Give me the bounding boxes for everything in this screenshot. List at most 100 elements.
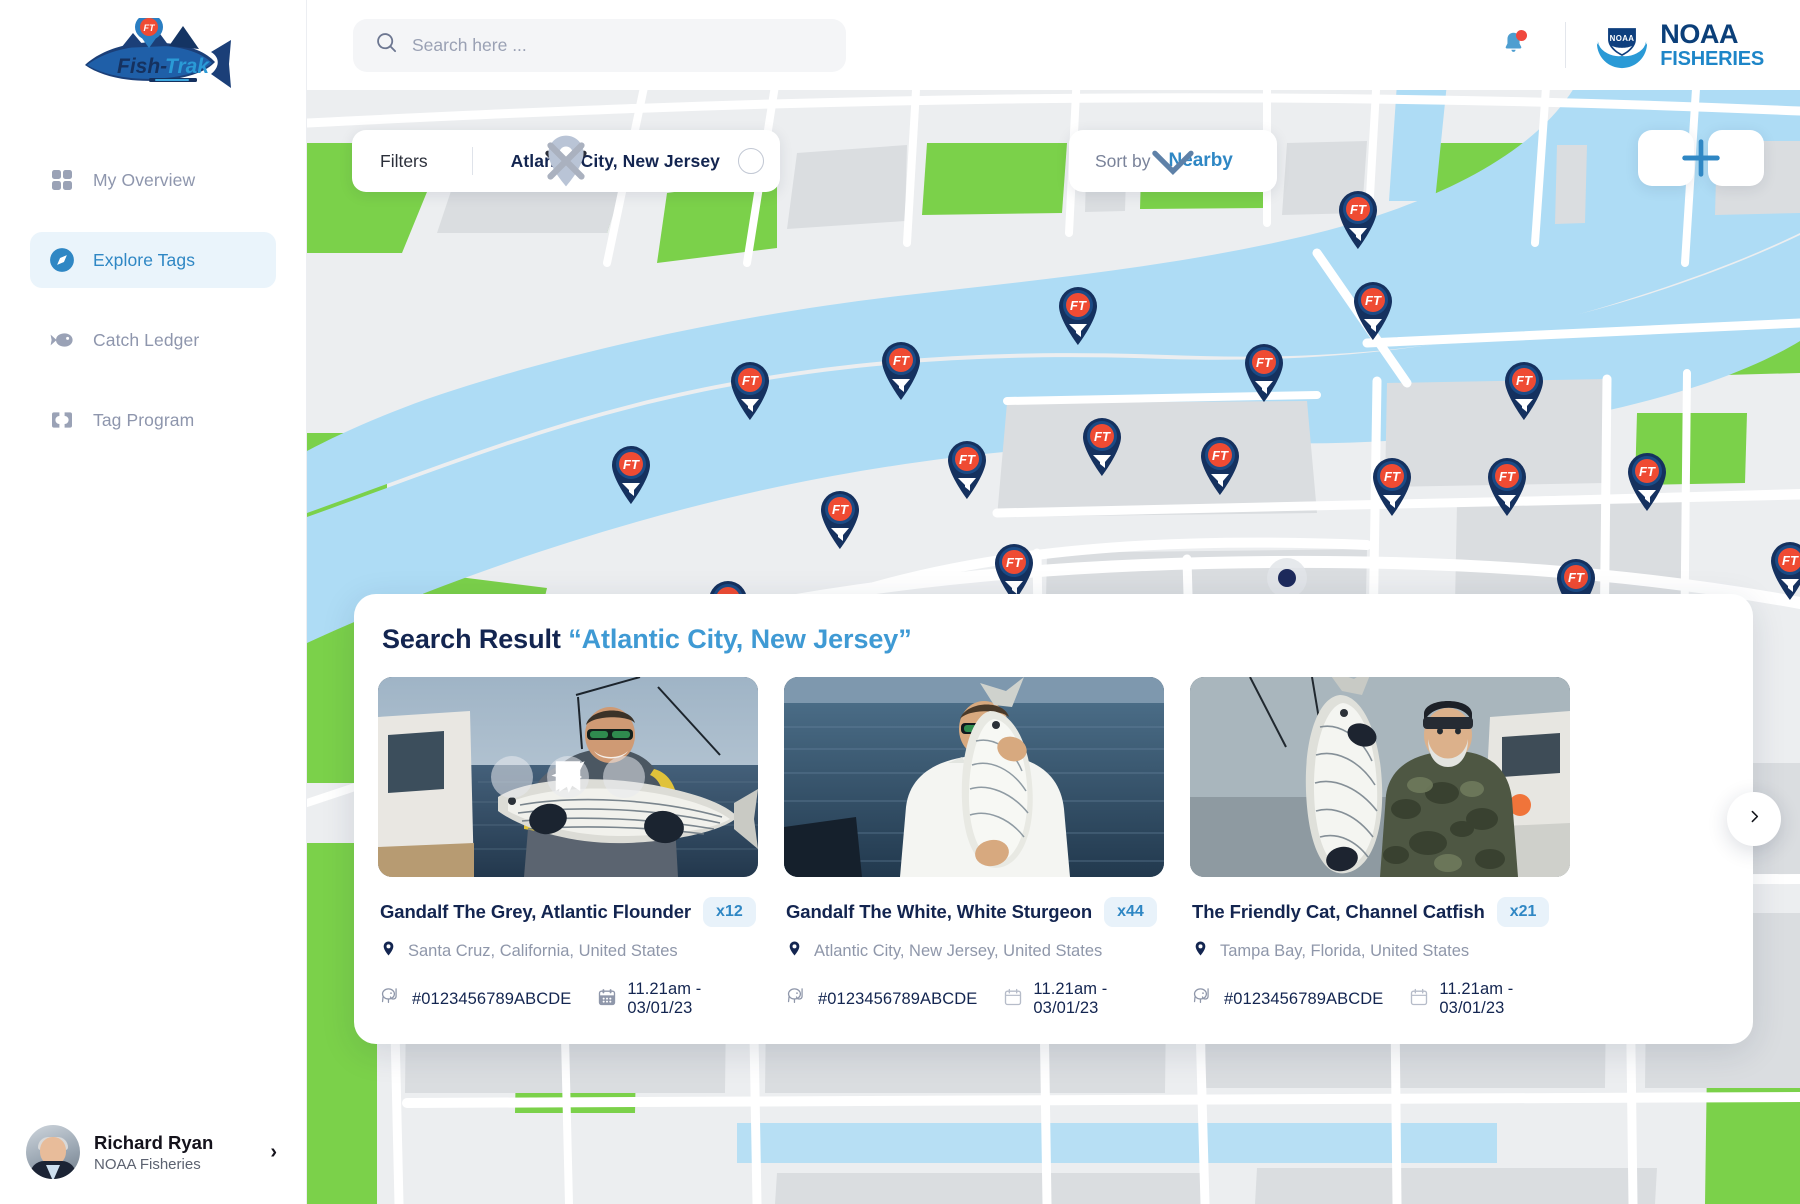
map-pin[interactable]: FT [1501,359,1547,421]
app-root: FT Fish- Trak My Overview Explore Tags C… [0,0,1800,1204]
card-location-text: Atlantic City, New Jersey, United States [814,941,1103,960]
card-title: The Friendly Cat, Channel Catfish [1192,901,1485,922]
svg-text:FT: FT [1006,555,1023,570]
notifications-button[interactable] [1491,23,1535,67]
noaa-seal-icon: NOAA [1596,17,1648,74]
svg-text:FT: FT [623,457,640,472]
map-pin[interactable]: FT [608,443,654,505]
card-photo[interactable] [378,677,758,877]
map-pin[interactable]: FT [817,488,863,550]
results-card-list: Gandalf The Grey, Atlantic Flounder x12 … [378,677,1729,1018]
search-results-panel: Search Result “Atlantic City, New Jersey… [354,594,1781,1044]
result-card[interactable]: Gandalf The White, White Sturgeon x44 At… [784,677,1164,1018]
card-tag-id: #0123456789ABCDE [380,986,571,1012]
topbar-right: NOAA NOAA FISHERIES [1491,17,1800,74]
clear-location-button[interactable] [547,142,764,180]
svg-text:FT: FT [1365,293,1382,308]
map-pin[interactable]: FT [1079,415,1125,477]
sidebar-item-label: Explore Tags [93,249,196,270]
map-pin[interactable]: FT [1484,455,1530,517]
svg-text:FT: FT [1212,448,1229,463]
profile-name: Richard Ryan [94,1131,214,1153]
search-placeholder: Search here ... [412,34,527,55]
card-meta: #0123456789ABCDE 11.21am - 03/01/23 [784,980,1164,1018]
status-badge: x44 [1104,897,1157,927]
svg-text:FT: FT [1516,373,1533,388]
card-timestamp-text: 11.21am - 03/01/23 [1033,980,1108,1017]
sidebar-item-label: My Overview [93,169,196,190]
play-button[interactable] [559,756,645,798]
svg-text:FT: FT [959,452,976,467]
svg-text:FT: FT [1499,469,1516,484]
svg-text:Fish-: Fish- [117,55,167,78]
sidebar-item-tag-program[interactable]: Tag Program [30,392,276,448]
map-pin[interactable]: FT [1241,341,1287,403]
map-pin[interactable]: FT [727,359,773,421]
map-pin[interactable]: FT [1350,279,1396,341]
sidebar-item-label: Catch Ledger [93,329,200,350]
brand-logo[interactable]: FT Fish- Trak [0,0,306,96]
sidebar-item-catch-ledger[interactable]: Catch Ledger [30,312,276,368]
location-pin-icon [1192,940,1209,962]
calendar-icon [1409,987,1429,1012]
map-pin[interactable]: FT [944,438,990,500]
card-photo[interactable] [1190,677,1570,877]
card-tag-id-text: #0123456789ABCDE [412,989,572,1008]
map-pin[interactable]: FT [1055,284,1101,346]
chevron-right-icon [1746,808,1763,831]
search-input[interactable]: Search here ... [353,18,846,72]
sort-dropdown[interactable]: Sort by Nearby [1069,130,1277,192]
grid-icon [48,166,76,194]
svg-text:FT: FT [742,373,759,388]
svg-text:FT: FT [893,353,910,368]
next-results-button[interactable] [1727,792,1781,846]
card-tag-id: #0123456789ABCDE [1192,986,1383,1012]
card-tag-id: #0123456789ABCDE [786,986,977,1012]
card-meta: #0123456789ABCDE 11.21am - 03/01/23 [1190,980,1570,1018]
card-timestamp: 11.21am - 03/01/23 [1003,980,1164,1018]
svg-text:FT: FT [1568,570,1585,585]
map-pin[interactable]: FT [1624,450,1670,512]
sidebar-item-explore-tags[interactable]: Explore Tags [30,232,276,288]
current-location-marker [1267,558,1307,598]
card-header: Gandalf The White, White Sturgeon x44 [784,897,1164,927]
sidebar-item-my-overview[interactable]: My Overview [30,152,276,208]
map-zoom-controls [1638,130,1764,186]
user-profile[interactable]: Richard Ryan NOAA Fisheries › [0,1100,307,1204]
noaa-logo: NOAA NOAA FISHERIES [1596,17,1764,74]
avatar [26,1125,80,1179]
map-pin[interactable]: FT [1369,455,1415,517]
map-pin[interactable]: FT [1335,188,1381,250]
map-pin[interactable]: FT [878,339,924,401]
svg-text:FT: FT [1384,469,1401,484]
zoom-in-button[interactable] [1682,130,1764,186]
card-location: Tampa Bay, Florida, United States [1190,940,1570,962]
card-photo[interactable] [784,677,1164,877]
chevron-right-icon[interactable]: › [270,1141,281,1164]
compass-icon [48,246,76,274]
card-header: The Friendly Cat, Channel Catfish x21 [1190,897,1570,927]
angler-photo-3 [1190,677,1570,877]
fish-icon [48,326,76,354]
card-location-text: Tampa Bay, Florida, United States [1220,941,1470,960]
card-tag-id-text: #0123456789ABCDE [1224,989,1384,1008]
svg-text:FT: FT [832,502,849,517]
tag-icon [48,406,76,434]
card-header: Gandalf The Grey, Atlantic Flounder x12 [378,897,758,927]
sidebar-item-label: Tag Program [93,409,195,430]
result-card[interactable]: Gandalf The Grey, Atlantic Flounder x12 … [378,677,758,1018]
results-title-query: “Atlantic City, New Jersey” [568,624,912,654]
profile-text: Richard Ryan NOAA Fisheries [94,1131,256,1173]
result-card[interactable]: The Friendly Cat, Channel Catfish x21 Ta… [1190,677,1570,1018]
divider [1565,22,1567,68]
map-pin[interactable]: FT [1197,434,1243,496]
card-timestamp-text: 11.21am - 03/01/23 [1439,980,1514,1017]
svg-text:FT: FT [1639,464,1656,479]
noaa-line2: FISHERIES [1660,48,1764,70]
search-icon [375,31,398,59]
map-pin[interactable]: FT [1767,539,1800,601]
card-meta: #0123456789ABCDE 11.21am - 03/01/23 [378,980,758,1018]
svg-text:FT: FT [1094,429,1111,444]
calendar-icon [597,987,617,1012]
svg-text:FT: FT [144,23,156,33]
